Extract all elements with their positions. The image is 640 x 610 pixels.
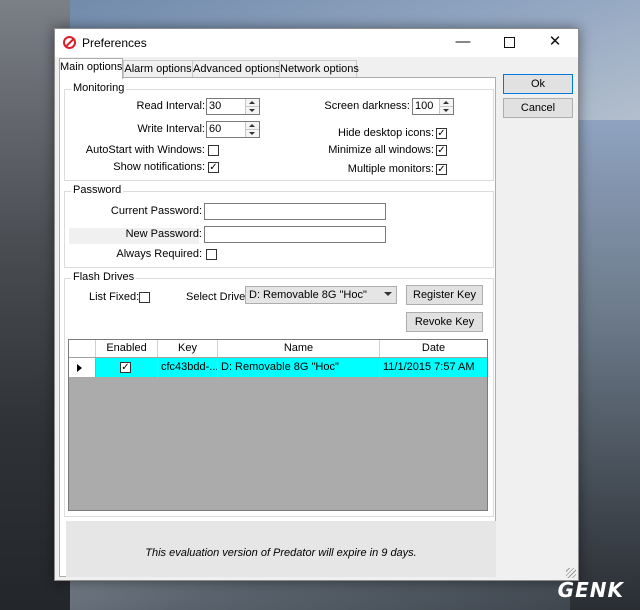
tab-alarm-options[interactable]: Alarm options <box>123 60 193 78</box>
read-interval-label: Read Interval: <box>136 100 205 112</box>
spin-up-icon[interactable] <box>249 101 255 104</box>
genk-watermark-logo: GENK <box>557 578 624 602</box>
enabled-checkbox[interactable]: ✓ <box>120 362 131 373</box>
read-interval-value: 30 <box>209 100 222 112</box>
show-notifications-checkbox[interactable]: ✓ <box>208 162 219 173</box>
table-corner <box>69 340 96 357</box>
resize-grip-icon[interactable] <box>566 568 576 578</box>
screen-darkness-stepper[interactable]: 100 <box>412 98 454 115</box>
spin-down-icon[interactable] <box>249 132 255 135</box>
autostart-label: AutoStart with Windows: <box>85 144 205 156</box>
multiple-monitors-checkbox[interactable]: ✓ <box>436 164 447 175</box>
column-header-enabled[interactable]: Enabled <box>96 340 158 357</box>
multiple-monitors-label: Multiple monitors: <box>347 163 434 175</box>
select-drive-value: D: Removable 8G "Hoc" <box>249 289 367 301</box>
spin-buttons[interactable] <box>245 99 259 114</box>
maximize-icon <box>503 36 515 48</box>
cell-date[interactable]: 11/1/2015 7:57 AM <box>380 358 487 377</box>
password-group-title: Password <box>71 184 124 196</box>
close-icon: ✕ <box>548 33 562 50</box>
spin-buttons[interactable] <box>439 99 453 114</box>
evaluation-notice-panel: This evaluation version of Predator will… <box>66 521 496 577</box>
minimize-all-windows-label: Minimize all windows: <box>328 144 434 156</box>
preferences-window: Preferences — ✕ Main options Alarm optio… <box>54 28 579 581</box>
maximize-button[interactable] <box>486 29 532 57</box>
flash-drives-group-title: Flash Drives <box>71 271 137 283</box>
minimize-all-windows-checkbox[interactable]: ✓ <box>436 145 447 156</box>
cell-name[interactable]: D: Removable 8G "Hoc" <box>218 358 380 377</box>
minimize-icon: — <box>455 33 471 50</box>
column-header-key[interactable]: Key <box>158 340 218 357</box>
evaluation-notice-text: This evaluation version of Predator will… <box>145 547 417 559</box>
new-password-field[interactable] <box>204 226 386 243</box>
select-drive-dropdown[interactable]: D: Removable 8G "Hoc" <box>245 286 397 304</box>
table-header: Enabled Key Name Date <box>69 340 487 358</box>
current-password-field[interactable] <box>204 203 386 220</box>
chevron-down-icon <box>384 292 392 296</box>
write-interval-stepper[interactable]: 60 <box>206 121 260 138</box>
flash-drives-group: Flash Drives List Fixed: Select Drive: D… <box>64 271 494 517</box>
minimize-button[interactable]: — <box>440 29 486 57</box>
current-row-icon <box>77 364 82 372</box>
current-password-label: Current Password: <box>110 205 202 217</box>
screen-darkness-value: 100 <box>415 100 434 112</box>
table-row[interactable]: ✓ cfc43bdd-... D: Removable 8G "Hoc" 11/… <box>69 358 487 377</box>
screen-darkness-label: Screen darkness: <box>324 100 410 112</box>
always-required-checkbox[interactable] <box>206 249 217 260</box>
flash-drives-table[interactable]: Enabled Key Name Date ✓ cfc43bdd-... D: … <box>68 339 488 511</box>
spin-down-icon[interactable] <box>443 109 449 112</box>
new-password-label: New Password: <box>125 228 202 240</box>
tab-label: Main options <box>60 61 123 73</box>
revoke-key-button[interactable]: Revoke Key <box>406 312 483 332</box>
tab-label: Alarm options <box>124 63 192 75</box>
title-bar[interactable]: Preferences — ✕ <box>55 29 578 57</box>
hide-desktop-icons-checkbox[interactable]: ✓ <box>436 128 447 139</box>
cell-key[interactable]: cfc43bdd-... <box>158 358 218 377</box>
tab-advanced-options[interactable]: Advanced options <box>192 60 280 78</box>
column-header-date[interactable]: Date <box>380 340 487 357</box>
desktop-background-right <box>570 120 640 610</box>
predator-app-icon <box>63 36 76 49</box>
row-header[interactable] <box>69 358 96 377</box>
spin-up-icon[interactable] <box>249 124 255 127</box>
spin-down-icon[interactable] <box>249 109 255 112</box>
spin-buttons[interactable] <box>245 122 259 137</box>
list-fixed-label: List Fixed: <box>89 291 140 303</box>
autostart-checkbox[interactable] <box>208 145 219 156</box>
tab-network-options[interactable]: Network options <box>279 60 359 78</box>
select-drive-label: Select Drive: <box>186 291 249 303</box>
read-interval-stepper[interactable]: 30 <box>206 98 260 115</box>
tab-main-options[interactable]: Main options <box>59 58 123 79</box>
cell-enabled[interactable]: ✓ <box>96 358 158 377</box>
spin-up-icon[interactable] <box>443 101 449 104</box>
window-title: Preferences <box>82 36 147 50</box>
monitoring-group: Monitoring Read Interval: 30 Write Inter… <box>64 82 494 181</box>
cancel-button[interactable]: Cancel <box>503 98 573 118</box>
password-group: Password Current Password: New Password:… <box>64 184 494 268</box>
register-key-button[interactable]: Register Key <box>406 285 483 305</box>
always-required-label: Always Required: <box>116 248 202 260</box>
close-button[interactable]: ✕ <box>532 29 578 57</box>
column-header-name[interactable]: Name <box>218 340 380 357</box>
monitoring-group-title: Monitoring <box>71 82 127 94</box>
write-interval-value: 60 <box>209 123 222 135</box>
hide-desktop-icons-label: Hide desktop icons: <box>338 127 434 139</box>
tab-label: Advanced options <box>193 63 281 75</box>
write-interval-label: Write Interval: <box>137 123 205 135</box>
list-fixed-checkbox[interactable] <box>139 292 150 303</box>
show-notifications-label: Show notifications: <box>113 161 205 173</box>
ok-button[interactable]: Ok <box>503 74 573 94</box>
main-options-page: Monitoring Read Interval: 30 Write Inter… <box>59 77 496 577</box>
tab-label: Network options <box>280 63 359 75</box>
